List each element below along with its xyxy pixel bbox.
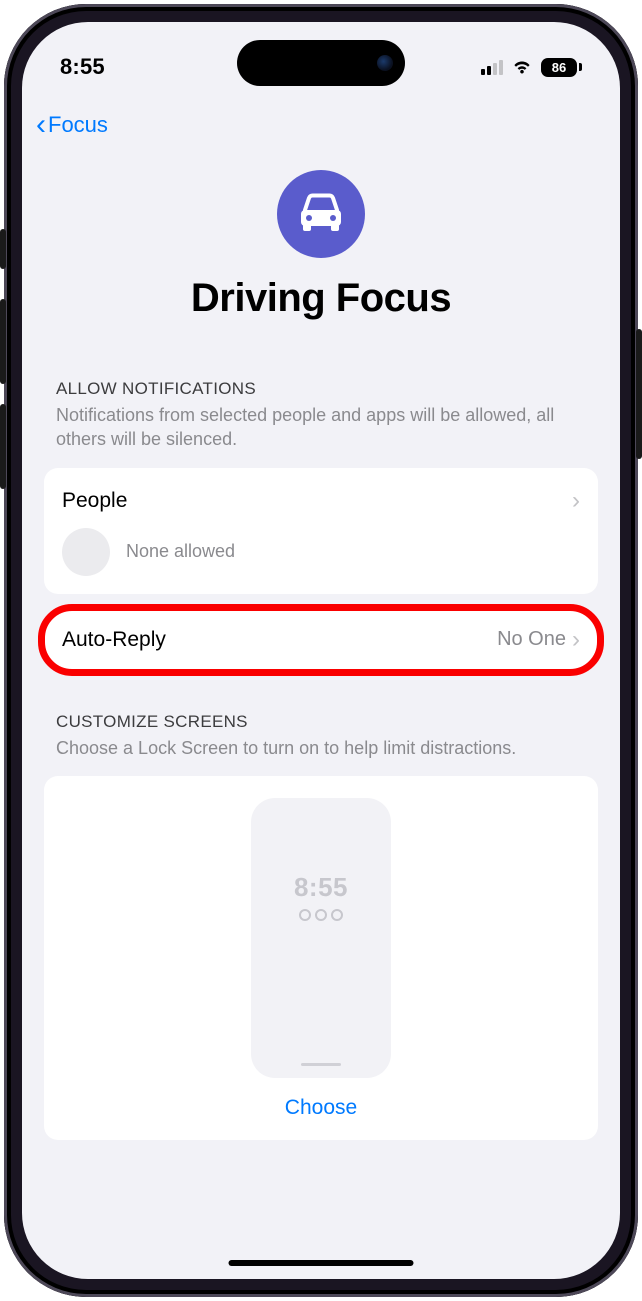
auto-reply-value: No One (497, 628, 566, 651)
battery-level: 86 (541, 58, 577, 77)
screen: 8:55 86 ‹ Focus (22, 22, 620, 1279)
people-status: None allowed (126, 541, 235, 562)
volume-down-button (0, 404, 6, 489)
auto-reply-label: Auto-Reply (62, 628, 497, 652)
people-row[interactable]: People › (44, 468, 598, 528)
auto-reply-row[interactable]: Auto-Reply No One › (44, 610, 598, 670)
people-label: People (62, 489, 572, 513)
section-title: ALLOW NOTIFICATIONS (56, 379, 586, 399)
status-time: 8:55 (60, 54, 105, 80)
page-header: Driving Focus (22, 140, 620, 321)
section-header: CUSTOMIZE SCREENS Choose a Lock Screen t… (44, 670, 598, 760)
choose-button[interactable]: Choose (44, 1096, 598, 1120)
wifi-icon (511, 59, 533, 75)
front-camera (377, 55, 393, 71)
section-subtitle: Notifications from selected people and a… (56, 403, 586, 452)
notifications-section: ALLOW NOTIFICATIONS Notifications from s… (22, 321, 620, 670)
phone-frame: 8:55 86 ‹ Focus (4, 4, 638, 1297)
lock-home-bar (301, 1063, 341, 1066)
people-status-row: None allowed (44, 528, 598, 594)
power-button (636, 329, 642, 459)
lock-screen-time: 8:55 (294, 872, 348, 903)
silent-switch (0, 229, 6, 269)
back-button[interactable]: ‹ Focus (36, 110, 108, 140)
chevron-right-icon: › (572, 626, 580, 654)
avatar-placeholder (62, 528, 110, 576)
back-label: Focus (48, 112, 108, 138)
screens-card: 8:55 Choose (44, 776, 598, 1140)
nav-bar: ‹ Focus (22, 92, 620, 140)
page-title: Driving Focus (42, 276, 600, 321)
notifications-card: People › None allowed (44, 468, 598, 594)
home-indicator[interactable] (229, 1260, 414, 1266)
chevron-left-icon: ‹ (36, 110, 46, 140)
dynamic-island (237, 40, 405, 86)
battery-icon: 86 (541, 58, 582, 77)
auto-reply-card: Auto-Reply No One › (44, 610, 598, 670)
lock-screen-preview[interactable]: 8:55 (251, 798, 391, 1078)
customize-screens-section: CUSTOMIZE SCREENS Choose a Lock Screen t… (22, 670, 620, 1140)
section-header: ALLOW NOTIFICATIONS Notifications from s… (44, 321, 598, 452)
lock-screen-dots (299, 909, 343, 921)
cellular-icon (481, 59, 503, 75)
status-right: 86 (481, 58, 582, 77)
chevron-right-icon: › (572, 487, 580, 515)
volume-up-button (0, 299, 6, 384)
car-icon (277, 170, 365, 258)
section-subtitle: Choose a Lock Screen to turn on to help … (56, 736, 586, 760)
section-title: CUSTOMIZE SCREENS (56, 712, 586, 732)
